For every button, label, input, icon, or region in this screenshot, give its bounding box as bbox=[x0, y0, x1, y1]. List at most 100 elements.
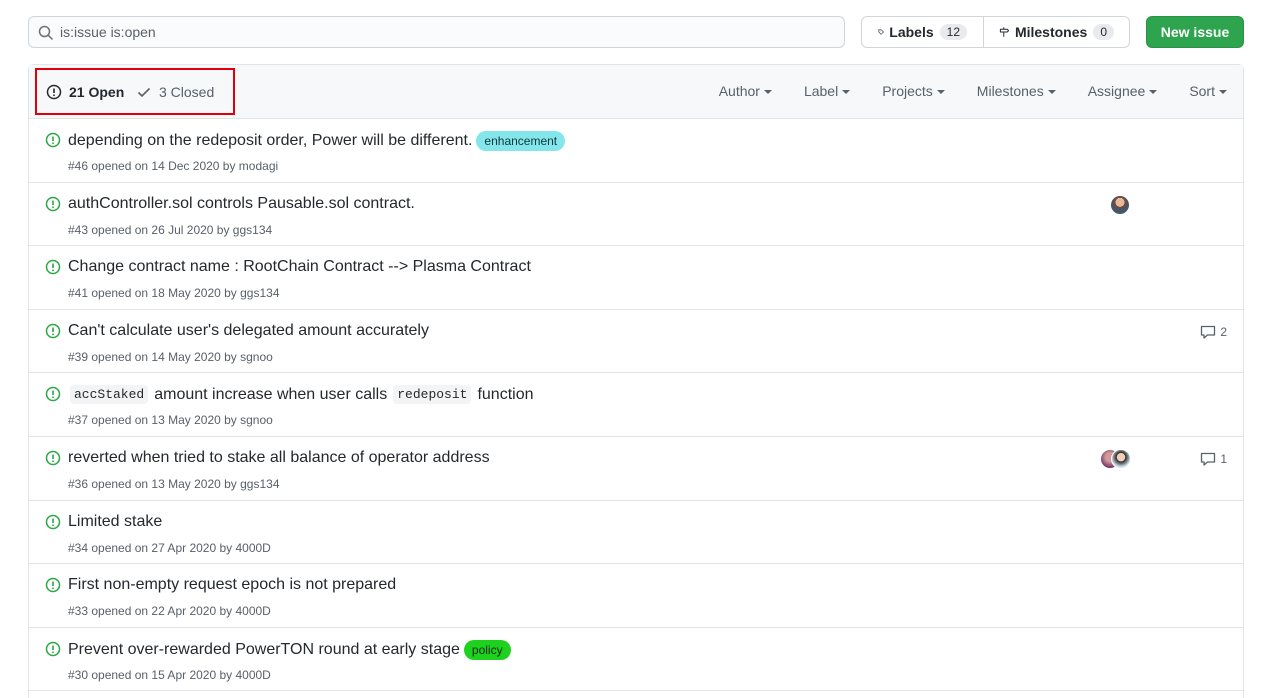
issue-title-link[interactable]: accStaked amount increase when user call… bbox=[68, 385, 534, 405]
filter-label-label: Label bbox=[803, 83, 839, 99]
filter-milestones-label: Milestones bbox=[976, 83, 1044, 99]
filter-sort[interactable]: Sort bbox=[1189, 83, 1227, 99]
tag-icon bbox=[878, 29, 884, 35]
filter-sort-label: Sort bbox=[1189, 83, 1215, 99]
issue-meta: #36 opened on 13 May 2020 by ggs134 bbox=[68, 476, 280, 491]
issue-row: Prevent over-rewarded PowerTON round at … bbox=[29, 628, 1243, 692]
issue-row: authController.sol controls Pausable.sol… bbox=[29, 183, 1243, 247]
chevron-down-icon bbox=[763, 90, 772, 94]
open-issues-label: 21 Open bbox=[69, 84, 125, 100]
issue-meta: #30 opened on 15 Apr 2020 by 4000D bbox=[68, 667, 271, 682]
milestones-count: 0 bbox=[1093, 24, 1114, 40]
milestones-button-label: Milestones bbox=[1014, 24, 1088, 40]
filter-author-label: Author bbox=[718, 83, 760, 99]
chevron-down-icon bbox=[1149, 90, 1158, 94]
comments-link[interactable]: 2 bbox=[1200, 324, 1227, 340]
labels-count: 12 bbox=[939, 24, 967, 40]
issue-row: First non-empty request epoch is not pre… bbox=[29, 564, 1243, 628]
issue-opened-icon bbox=[45, 450, 61, 466]
issue-title-end: function bbox=[477, 385, 534, 403]
milestone-icon bbox=[999, 27, 1010, 37]
chevron-down-icon bbox=[936, 90, 945, 94]
inline-code: accStaked bbox=[70, 385, 149, 405]
issue-row: depending on the redeposit order, Power … bbox=[29, 119, 1243, 183]
open-issues-tab[interactable]: 21 Open bbox=[46, 84, 124, 100]
issue-title-link[interactable]: reverted when tried to stake all balance… bbox=[68, 449, 490, 467]
issue-title: First non-empty request epoch is not pre… bbox=[68, 576, 397, 594]
comment-count: 2 bbox=[1220, 324, 1227, 339]
label-enhancement[interactable]: enhancement bbox=[476, 131, 566, 151]
issue-title-link[interactable]: First non-empty request epoch is not pre… bbox=[68, 576, 396, 594]
issue-title: Can't calculate user's delegated amount … bbox=[68, 321, 429, 339]
issue-title-link[interactable]: authController.sol controls Pausable.sol… bbox=[68, 195, 415, 213]
issue-opened-icon bbox=[45, 259, 61, 275]
issue-title: Prevent over-rewarded PowerTON round at … bbox=[68, 640, 460, 658]
issue-opened-icon bbox=[45, 641, 61, 656]
issues-header: 21 Open 3 Closed Author Label Projects M… bbox=[29, 65, 1243, 119]
issue-title-link[interactable]: Limited stake bbox=[68, 513, 162, 531]
issue-meta: #46 opened on 14 Dec 2020 by modagi bbox=[68, 159, 279, 173]
top-bar: Labels 12 Milestones 0 New issue bbox=[28, 16, 1244, 48]
issue-opened-icon bbox=[46, 84, 62, 100]
issue-title-link[interactable]: depending on the redeposit order, Power … bbox=[68, 131, 566, 151]
comment-count: 1 bbox=[1220, 451, 1227, 466]
issue-meta: #33 opened on 22 Apr 2020 by 4000D bbox=[68, 604, 271, 619]
issue-meta: #43 opened on 26 Jul 2020 by ggs134 bbox=[68, 222, 273, 237]
assignee-avatar[interactable] bbox=[1110, 194, 1130, 215]
state-toggle-highlight: 21 Open 3 Closed bbox=[35, 68, 235, 115]
search-box[interactable] bbox=[28, 16, 845, 48]
issue-row: Change contract name : RootChain Contrac… bbox=[29, 246, 1243, 310]
issue-opened-icon bbox=[45, 132, 61, 148]
issue-meta: #39 opened on 14 May 2020 by sgnoo bbox=[68, 349, 273, 364]
inline-code: redeposit bbox=[393, 385, 472, 405]
check-icon bbox=[137, 87, 151, 98]
search-input[interactable] bbox=[60, 17, 830, 47]
issue-opened-icon bbox=[45, 196, 61, 211]
issue-title: reverted when tried to stake all balance… bbox=[68, 448, 490, 466]
issue-title-link[interactable]: Prevent over-rewarded PowerTON round at … bbox=[68, 639, 511, 660]
issue-opened-icon bbox=[45, 514, 61, 529]
chevron-down-icon bbox=[1219, 90, 1227, 94]
issue-row: reverted when tried to stake all balance… bbox=[29, 437, 1243, 501]
filter-milestones[interactable]: Milestones bbox=[977, 83, 1056, 99]
issue-title: depending on the redeposit order, Power … bbox=[68, 132, 473, 149]
assignee-avatar[interactable] bbox=[1111, 448, 1131, 469]
issue-meta: #34 opened on 27 Apr 2020 by 4000D bbox=[68, 540, 271, 555]
issue-title-link[interactable]: Can't calculate user's delegated amount … bbox=[68, 322, 429, 340]
issue-title-link[interactable]: Change contract name : RootChain Contrac… bbox=[68, 258, 531, 276]
closed-issues-tab[interactable]: 3 Closed bbox=[136, 84, 214, 100]
issue-title: authController.sol controls Pausable.sol… bbox=[68, 194, 415, 212]
comments-link[interactable]: 1 bbox=[1200, 451, 1227, 467]
filter-projects-label: Projects bbox=[882, 83, 933, 99]
issue-title: Limited stake bbox=[68, 512, 163, 530]
comment-icon bbox=[1201, 452, 1216, 466]
label-policy[interactable]: policy bbox=[463, 639, 511, 660]
filter-projects[interactable]: Projects bbox=[882, 83, 945, 99]
new-issue-button[interactable]: New issue bbox=[1146, 16, 1244, 48]
issue-meta: #37 opened on 13 May 2020 by sgnoo bbox=[68, 413, 273, 428]
filter-bar: Author Label Projects Milestones Assigne… bbox=[687, 83, 1227, 99]
comment-icon bbox=[1201, 325, 1216, 339]
filter-assignee-label: Assignee bbox=[1087, 83, 1146, 99]
issue-opened-icon bbox=[45, 577, 61, 593]
search-icon bbox=[38, 25, 54, 41]
filter-author[interactable]: Author bbox=[719, 83, 772, 99]
labels-milestones-group: Labels 12 Milestones 0 bbox=[861, 16, 1130, 48]
milestones-button[interactable]: Milestones 0 bbox=[984, 17, 1130, 47]
issues-box: 21 Open 3 Closed Author Label Projects M… bbox=[28, 64, 1244, 698]
issue-row: accStaked amount increase when user call… bbox=[29, 373, 1243, 437]
issue-opened-icon bbox=[45, 387, 61, 402]
filter-label[interactable]: Label bbox=[803, 83, 851, 99]
labels-button[interactable]: Labels 12 bbox=[862, 17, 984, 47]
issue-meta: #41 opened on 18 May 2020 by ggs134 bbox=[68, 286, 280, 301]
chevron-down-icon bbox=[1047, 90, 1056, 94]
issue-opened-icon bbox=[45, 323, 61, 339]
labels-button-label: Labels bbox=[889, 24, 934, 40]
filter-assignee[interactable]: Assignee bbox=[1088, 83, 1158, 99]
chevron-down-icon bbox=[842, 90, 851, 94]
issue-row: Can't calculate user's delegated amount … bbox=[29, 310, 1243, 374]
issue-title: Change contract name : RootChain Contrac… bbox=[68, 258, 531, 276]
closed-issues-label: 3 Closed bbox=[159, 84, 215, 100]
issue-row: Limited stake #34 opened on 27 Apr 2020 … bbox=[29, 501, 1243, 565]
issue-title: amount increase when user calls bbox=[154, 385, 388, 403]
